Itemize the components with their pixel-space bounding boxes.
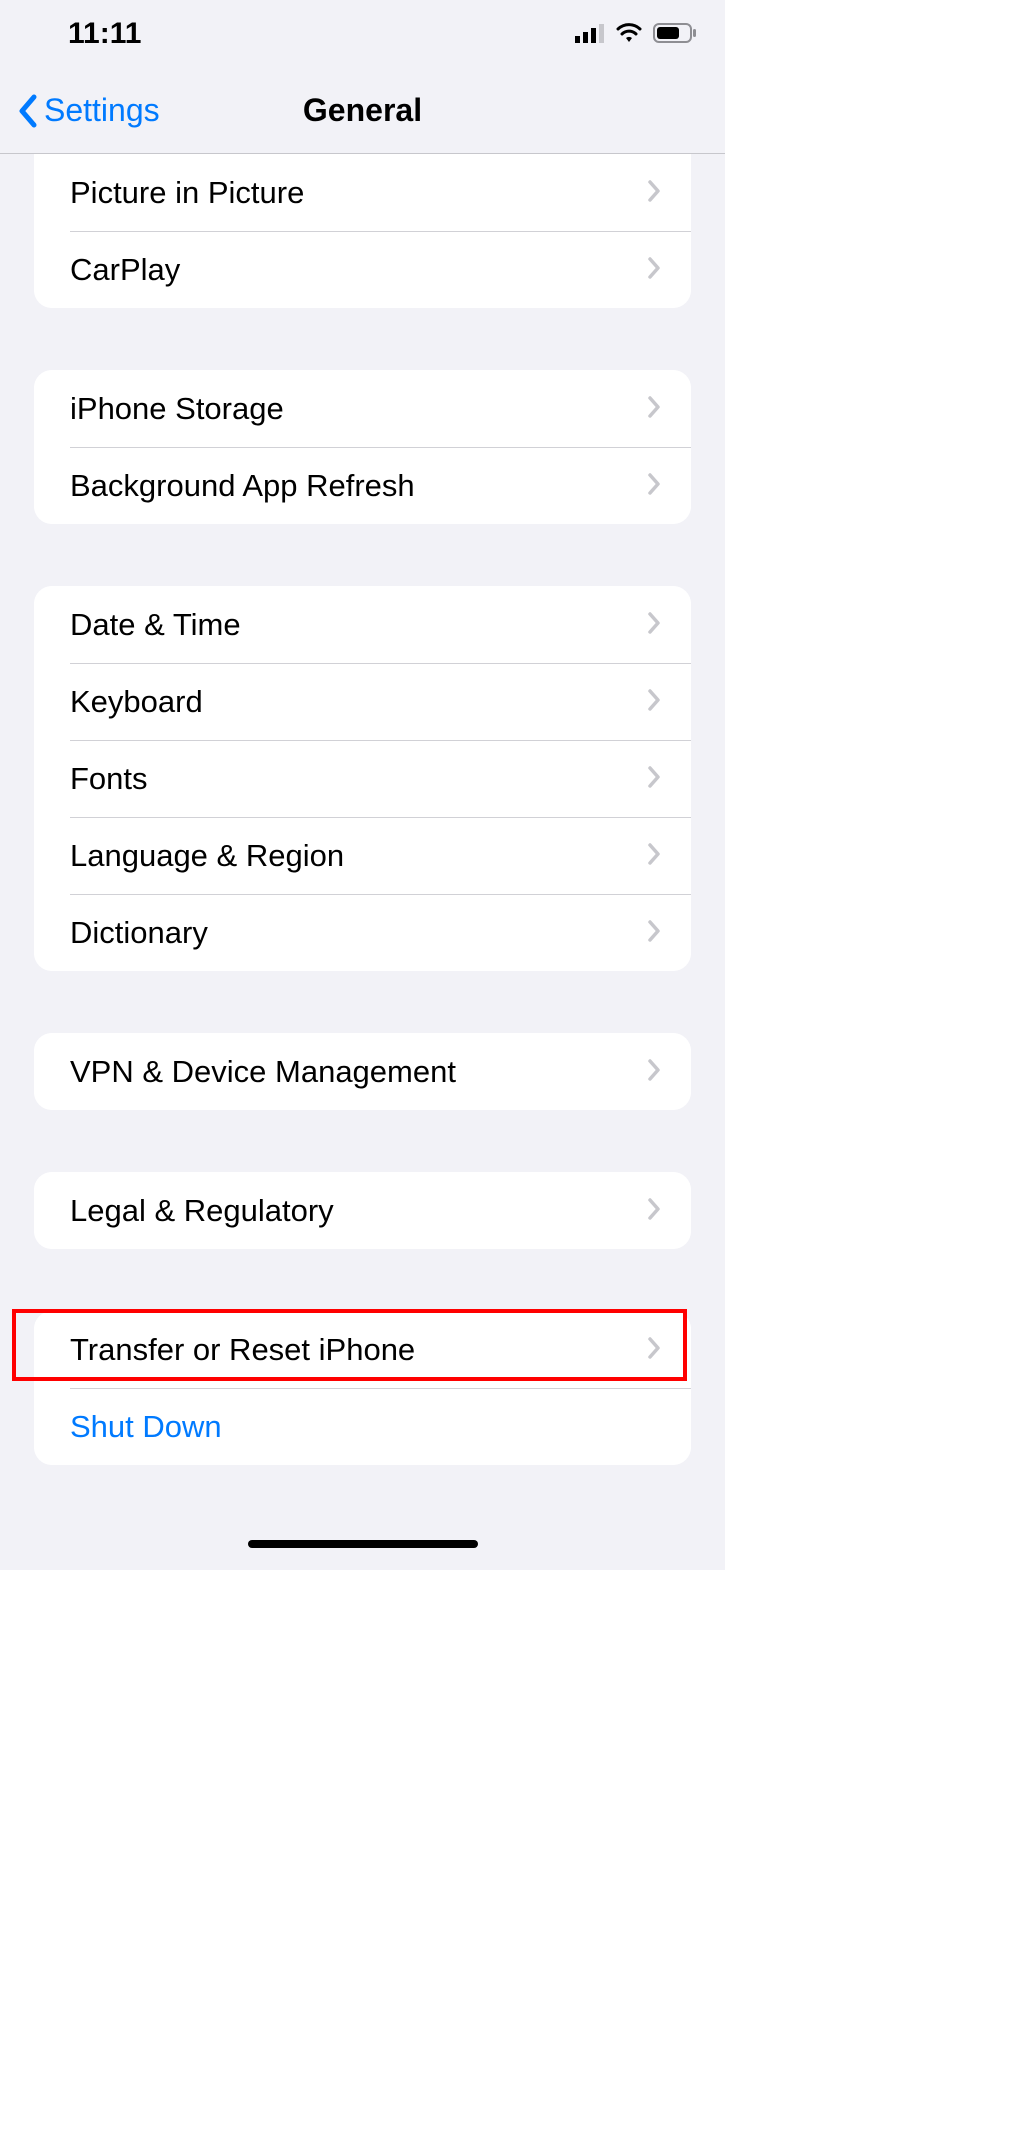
chevron-left-icon xyxy=(16,93,38,129)
chevron-right-icon xyxy=(647,1054,661,1090)
row-label: Dictionary xyxy=(70,915,208,951)
settings-row-legal[interactable]: Legal & Regulatory xyxy=(34,1172,691,1249)
cellular-icon xyxy=(575,17,605,51)
chevron-right-icon xyxy=(647,761,661,797)
row-label: Shut Down xyxy=(70,1409,222,1445)
settings-row-shutdown[interactable]: Shut Down xyxy=(34,1388,691,1465)
chevron-right-icon xyxy=(647,838,661,874)
chevron-right-icon xyxy=(647,391,661,427)
chevron-right-icon xyxy=(647,915,661,951)
row-label: Background App Refresh xyxy=(70,468,415,504)
settings-group: Legal & Regulatory xyxy=(34,1172,691,1249)
navigation-bar: Settings General xyxy=(0,68,725,154)
settings-row-bgrefresh[interactable]: Background App Refresh xyxy=(34,447,691,524)
chevron-right-icon xyxy=(647,607,661,643)
settings-row-pip[interactable]: Picture in Picture xyxy=(34,154,691,231)
settings-row-fonts[interactable]: Fonts xyxy=(34,740,691,817)
settings-row-carplay[interactable]: CarPlay xyxy=(34,231,691,308)
settings-row-storage[interactable]: iPhone Storage xyxy=(34,370,691,447)
row-label: Transfer or Reset iPhone xyxy=(70,1332,415,1368)
row-label: Fonts xyxy=(70,761,148,797)
status-time: 11:11 xyxy=(68,17,141,51)
page-title: General xyxy=(303,92,422,129)
settings-list: Picture in Picture CarPlay iPhone Storage B… xyxy=(0,154,725,1465)
settings-group: Picture in Picture CarPlay xyxy=(34,154,691,308)
settings-group: iPhone Storage Background App Refresh xyxy=(34,370,691,524)
row-label: Legal & Regulatory xyxy=(70,1193,334,1229)
row-label: Keyboard xyxy=(70,684,203,720)
wifi-icon xyxy=(615,17,643,51)
chevron-right-icon xyxy=(647,468,661,504)
settings-row-keyboard[interactable]: Keyboard xyxy=(34,663,691,740)
settings-row-dictionary[interactable]: Dictionary xyxy=(34,894,691,971)
below-margin xyxy=(0,1570,1025,2133)
home-indicator[interactable] xyxy=(248,1540,478,1548)
back-button[interactable]: Settings xyxy=(16,68,160,153)
status-bar: 11:11 xyxy=(0,0,725,68)
back-label: Settings xyxy=(44,92,160,129)
chevron-right-icon xyxy=(647,1193,661,1229)
settings-row-lang[interactable]: Language & Region xyxy=(34,817,691,894)
row-label: Language & Region xyxy=(70,838,344,874)
row-label: Picture in Picture xyxy=(70,175,304,211)
settings-row-reset[interactable]: Transfer or Reset iPhone xyxy=(34,1311,691,1388)
chevron-right-icon xyxy=(647,252,661,288)
status-indicators xyxy=(575,17,697,51)
row-label: Date & Time xyxy=(70,607,241,643)
chevron-right-icon xyxy=(647,175,661,211)
chevron-right-icon xyxy=(647,684,661,720)
row-label: iPhone Storage xyxy=(70,391,284,427)
row-label: VPN & Device Management xyxy=(70,1054,456,1090)
settings-group: Date & Time Keyboard Fonts Language & Regio… xyxy=(34,586,691,971)
row-label: CarPlay xyxy=(70,252,180,288)
settings-group: Transfer or Reset iPhone Shut Down xyxy=(34,1311,691,1465)
chevron-right-icon xyxy=(647,1332,661,1368)
device-screen: 11:11 xyxy=(0,0,725,1570)
battery-icon xyxy=(653,17,697,51)
settings-row-datetime[interactable]: Date & Time xyxy=(34,586,691,663)
settings-row-vpn[interactable]: VPN & Device Management xyxy=(34,1033,691,1110)
settings-group: VPN & Device Management xyxy=(34,1033,691,1110)
